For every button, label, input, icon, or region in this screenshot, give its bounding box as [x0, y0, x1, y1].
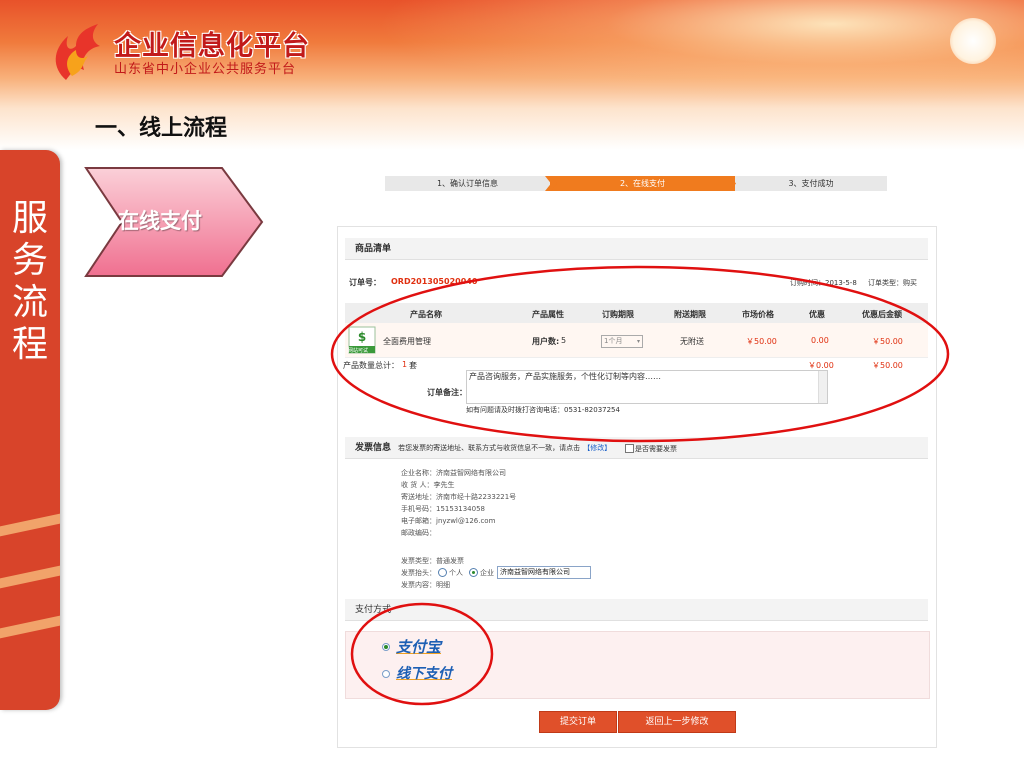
side-char: 程 [11, 324, 48, 365]
product-badge: 网站可试 [348, 348, 369, 354]
discount-value: 0.00 [811, 336, 829, 345]
offline-pay-logo[interactable]: 线下支付 [396, 663, 452, 683]
invoice-title: 发票信息 [355, 443, 392, 453]
alipay-radio[interactable] [382, 643, 390, 651]
total-label: 产品数量总计： [343, 361, 399, 370]
invoice-line: 邮政编码： [401, 529, 436, 537]
order-no-label: 订单号： [349, 278, 381, 287]
chevron-label: 在线支付 [118, 209, 202, 233]
goods-header: 商品清单 [345, 238, 928, 260]
period-select[interactable]: 1个月 ▾ [601, 335, 643, 348]
col-price: 市场价格 [742, 310, 774, 319]
remark-label: 订单备注： [427, 388, 467, 397]
radio-person-label: 个人 [449, 569, 463, 577]
final-price: ￥50.00 [872, 337, 903, 346]
col-final: 优惠后金额 [862, 310, 902, 319]
invoice-note: 若您发票的寄送地址、联系方式与收货信息不一致，请点击 [398, 444, 581, 452]
step-3: 3、支付成功 [735, 176, 887, 191]
invoice-modify-link[interactable]: 【修改】 [583, 444, 611, 452]
radio-company-label: 企业 [480, 569, 494, 577]
order-type: 订单类型：购买 [868, 279, 917, 287]
hotline: 如有问题请及时拨打咨询电话：0531-82037254 [466, 406, 620, 414]
period-value: 1个月 [604, 337, 623, 345]
sun-decoration [950, 18, 996, 64]
invoice-line: 电子邮箱：jnyzwl@126.com [401, 517, 496, 525]
order-no: ORD201305020040 [391, 277, 478, 286]
total-unit: 套 [409, 361, 417, 370]
step-arrow-icon [545, 176, 557, 191]
invoice-type: 发票类型：普通发票 [401, 557, 464, 565]
flame-logo-icon [55, 24, 100, 80]
invoice-company-input[interactable]: 济南益智网络有限公司 [497, 566, 591, 579]
invoice-line: 寄送地址：济南市经十路2233221号 [401, 493, 517, 501]
side-char: 流 [11, 282, 48, 323]
svg-text:$: $ [358, 330, 366, 344]
back-modify-button[interactable]: 返回上一步修改 [618, 711, 736, 733]
remark-text: 产品咨询服务，产品实施服务，个性化订制等内容…… [469, 372, 661, 381]
gift-period: 无附送 [680, 337, 704, 346]
radio-person[interactable] [438, 568, 447, 577]
invoice-line: 手机号码：15153134058 [401, 505, 485, 513]
col-period: 订购期限 [602, 310, 634, 319]
market-price: ￥50.00 [746, 337, 777, 346]
attr-label: 用户数: [532, 337, 560, 346]
col-gift: 附送期限 [674, 310, 706, 319]
total-count: 1 [402, 360, 408, 369]
submit-order-button[interactable]: 提交订单 [539, 711, 617, 733]
step-2: 2、在线支付 [550, 176, 735, 191]
offline-radio[interactable] [382, 670, 390, 678]
col-attr: 产品属性 [532, 310, 564, 319]
invoice-content: 发票内容：明细 [401, 581, 450, 589]
remark-textarea[interactable]: 产品咨询服务，产品实施服务，个性化订制等内容…… [466, 370, 828, 404]
brand-subtitle: 山东省中小企业公共服务平台 [114, 62, 297, 77]
side-char: 服 [11, 198, 48, 239]
invoice-line: 收 货 人：李先生 [401, 481, 455, 489]
step-1: 1、确认订单信息 [385, 176, 550, 191]
need-invoice-label: 是否需要发票 [635, 445, 677, 453]
col-discount: 优惠 [809, 310, 825, 319]
product-name[interactable]: 全面费用管理 [383, 336, 431, 347]
section-title: 一、线上流程 [95, 116, 228, 141]
order-time: 订购时间：2013-5-8 [790, 279, 857, 287]
radio-company[interactable] [469, 568, 478, 577]
scrollbar[interactable] [818, 371, 827, 403]
chevron-down-icon: ▾ [636, 338, 640, 345]
invoice-title-label: 发票抬头： [401, 569, 436, 577]
invoice-line: 企业名称：济南益智网络有限公司 [401, 469, 506, 477]
banner-glow [300, 0, 1024, 120]
col-name: 产品名称 [410, 310, 442, 319]
progress-steps: 1、确认订单信息 2、在线支付 3、支付成功 [385, 176, 887, 191]
step-arrow-icon [730, 176, 736, 191]
attr-value: 5 [561, 336, 567, 345]
alipay-logo[interactable]: 支付宝 [396, 636, 441, 657]
side-label: 服 务 流 程 [8, 198, 52, 366]
need-invoice-checkbox[interactable] [625, 444, 634, 453]
side-char: 务 [11, 240, 48, 281]
payment-header: 支付方式 [345, 599, 928, 621]
total-final: ￥50.00 [872, 361, 903, 370]
